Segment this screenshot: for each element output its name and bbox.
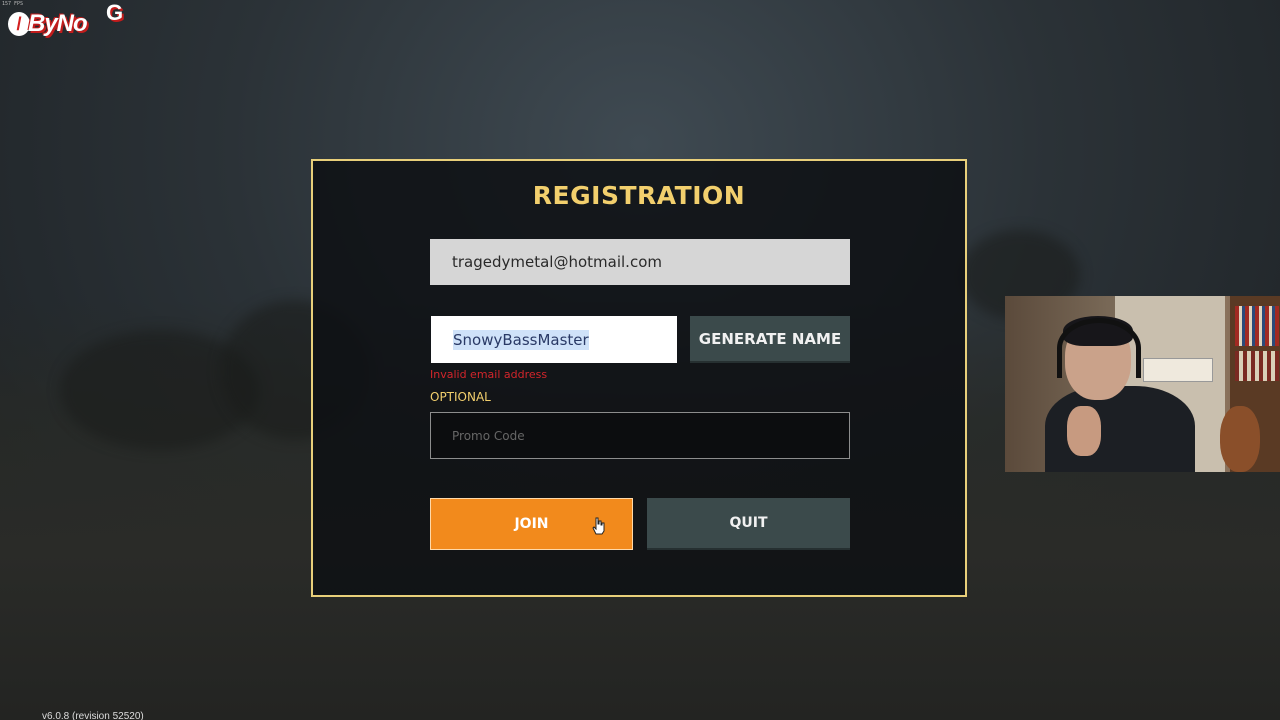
webcam-guitar [1220,406,1260,472]
webcam-books [1235,351,1279,381]
nickname-value: SnowyBassMaster [453,329,589,350]
logo-slash-icon: / [8,12,30,36]
logo-wordmark: ByNo [28,10,88,37]
promo-code-placeholder: Promo Code [452,428,525,443]
optional-label: OPTIONAL [430,390,491,404]
channel-logo: / ByNo G [6,0,124,38]
logo-suffix: G [106,0,124,25]
webcam-person-hand [1067,406,1101,456]
version-text: v6.0.8 (revision 52520) [42,711,144,720]
webcam-overlay [1005,296,1280,472]
panel-title: REGISTRATION [532,181,746,210]
hand-pointer-icon [592,517,605,535]
generate-name-button[interactable]: GENERATE NAME [690,316,850,363]
promo-code-input[interactable]: Promo Code [430,412,850,459]
webcam-books [1235,306,1279,346]
registration-panel: REGISTRATION tragedymetal@hotmail.com Sn… [311,159,967,597]
email-value: tragedymetal@hotmail.com [452,253,662,271]
headphones-icon [1057,318,1141,378]
error-message: Invalid email address [430,368,548,381]
quit-button[interactable]: QUIT [647,498,850,550]
nickname-field[interactable]: SnowyBassMaster [431,316,677,363]
email-field[interactable]: tragedymetal@hotmail.com [430,239,850,285]
webcam-amplifier [1143,358,1213,382]
